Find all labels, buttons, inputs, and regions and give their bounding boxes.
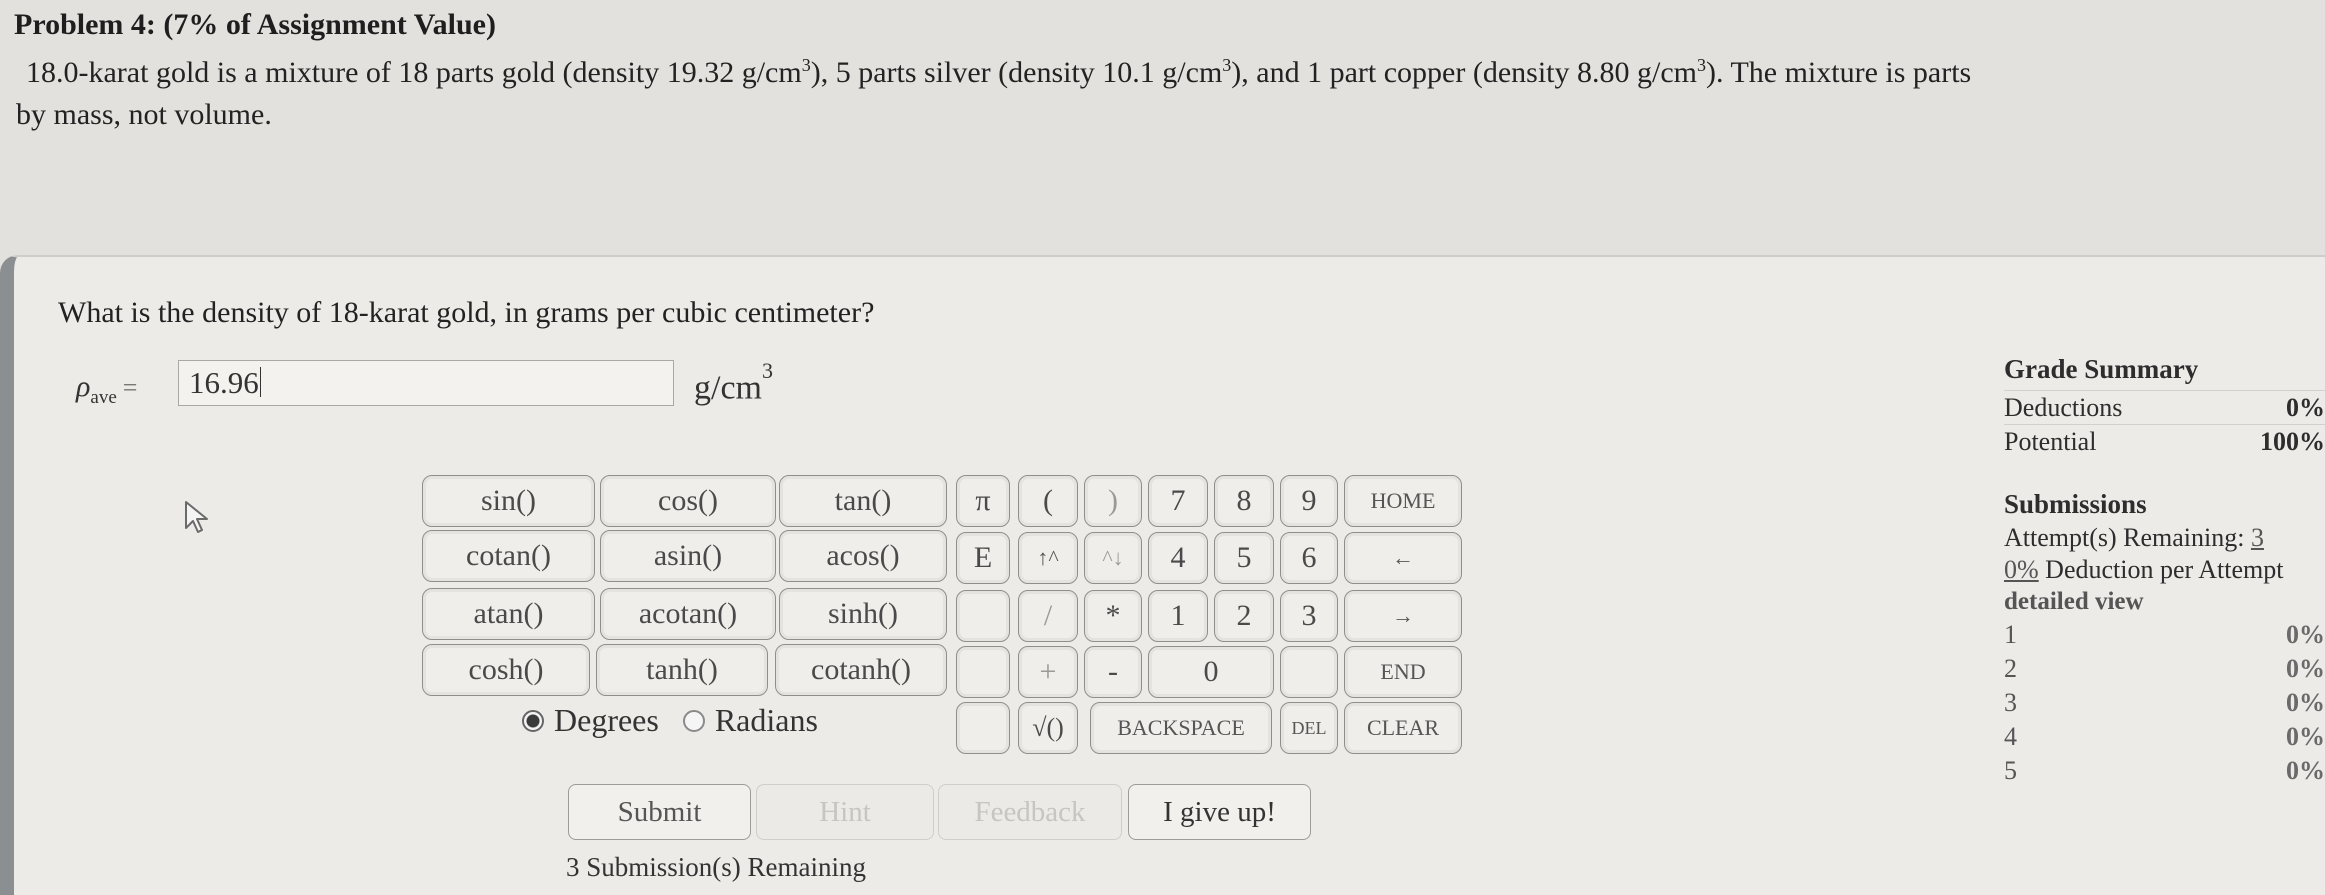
key-down-power[interactable]: ^↓ (1084, 532, 1142, 584)
key-right-paren[interactable]: ) (1084, 475, 1142, 527)
key-plus[interactable]: + (1018, 646, 1078, 698)
key-sqrt[interactable]: √() (1018, 702, 1078, 754)
attempts-remaining: Attempt(s) Remaining: 3 (2004, 523, 2264, 552)
key-up-power[interactable]: ↑^ (1018, 532, 1078, 584)
answer-input[interactable]: 16.96 (178, 360, 674, 406)
key-decimal[interactable] (1280, 646, 1338, 698)
key-cosh[interactable]: cosh() (422, 644, 590, 696)
key-3[interactable]: 3 (1280, 590, 1338, 642)
variable-label: ρave = (76, 370, 138, 408)
key-del[interactable]: DEL (1280, 702, 1338, 754)
key-home[interactable]: HOME (1344, 475, 1462, 527)
deductions-row: Deductions 0% (2004, 390, 2325, 424)
key-blank[interactable] (956, 646, 1010, 698)
key-left-paren[interactable]: ( (1018, 475, 1078, 527)
key-pi[interactable]: π (956, 475, 1010, 527)
grade-summary-title: Grade Summary (2004, 354, 2199, 384)
attempt-row: 4 0% (2004, 722, 2325, 751)
key-atan[interactable]: atan() (422, 588, 595, 640)
problem-statement: 18.0-karat gold is a mixture of 18 parts… (16, 55, 1972, 131)
key-5[interactable]: 5 (1214, 532, 1274, 584)
radians-radio[interactable] (682, 709, 705, 732)
key-sin[interactable]: sin() (422, 475, 595, 527)
key-4[interactable]: 4 (1148, 532, 1208, 584)
key-0[interactable]: 0 (1148, 646, 1274, 698)
key-end[interactable]: END (1344, 646, 1462, 698)
submissions-remaining: 3 Submission(s) Remaining (566, 852, 867, 882)
key-6[interactable]: 6 (1280, 532, 1338, 584)
key-cursor-left[interactable]: ← (1344, 532, 1462, 584)
key-2[interactable]: 2 (1214, 590, 1274, 642)
deduction-per-attempt: 0% Deduction per Attempt (2004, 555, 2284, 584)
key-divide[interactable]: / (1018, 590, 1078, 642)
key-multiply[interactable]: * (1084, 590, 1142, 642)
key-9[interactable]: 9 (1280, 475, 1338, 527)
question-text: What is the density of 18-karat gold, in… (58, 296, 875, 329)
degrees-option[interactable]: Degrees (522, 702, 659, 739)
give-up-button[interactable]: I give up! (1128, 784, 1311, 840)
degrees-radio[interactable] (522, 709, 544, 732)
attempt-row: 1 0% (2004, 620, 2325, 649)
grade-sidebar: Grade Summary Deductions 0% Potential 100%… (2004, 354, 2325, 788)
submit-button[interactable]: Submit (568, 784, 751, 840)
key-blank[interactable] (956, 702, 1010, 754)
key-tan[interactable]: tan() (779, 475, 947, 527)
key-cotan[interactable]: cotan() (422, 530, 595, 582)
radians-option[interactable]: Radians (682, 702, 818, 739)
angle-mode: Degrees Radians (522, 702, 842, 739)
key-minus[interactable]: - (1084, 646, 1142, 698)
key-blank[interactable] (956, 590, 1010, 642)
key-cos[interactable]: cos() (600, 475, 776, 527)
key-clear[interactable]: CLEAR (1344, 702, 1462, 754)
key-acos[interactable]: acos() (779, 530, 947, 582)
attempt-row: 2 0% (2004, 654, 2325, 683)
feedback-button[interactable]: Feedback (938, 784, 1122, 840)
key-cursor-right[interactable]: → (1344, 590, 1462, 642)
key-asin[interactable]: asin() (600, 530, 776, 582)
potential-row: Potential 100% (2004, 424, 2325, 458)
key-8[interactable]: 8 (1214, 475, 1274, 527)
mouse-pointer-icon (185, 501, 208, 533)
submissions-title: Submissions (2004, 489, 2147, 519)
key-cotanh[interactable]: cotanh() (775, 644, 947, 696)
attempt-row: 5 0% (2004, 756, 2325, 785)
key-backspace[interactable]: BACKSPACE (1090, 702, 1272, 754)
problem-title: Problem 4: (7% of Assignment Value) (14, 8, 496, 41)
key-7[interactable]: 7 (1148, 475, 1208, 527)
hint-button[interactable]: Hint (756, 784, 934, 840)
detailed-view-link[interactable]: detailed view (2004, 586, 2325, 618)
key-sinh[interactable]: sinh() (779, 588, 947, 640)
key-tanh[interactable]: tanh() (596, 644, 768, 696)
key-acotan[interactable]: acotan() (600, 588, 776, 640)
unit-label: g/cm3 (694, 358, 773, 407)
attempt-row: 3 0% (2004, 688, 2325, 717)
key-1[interactable]: 1 (1148, 590, 1208, 642)
key-e[interactable]: E (956, 532, 1010, 584)
